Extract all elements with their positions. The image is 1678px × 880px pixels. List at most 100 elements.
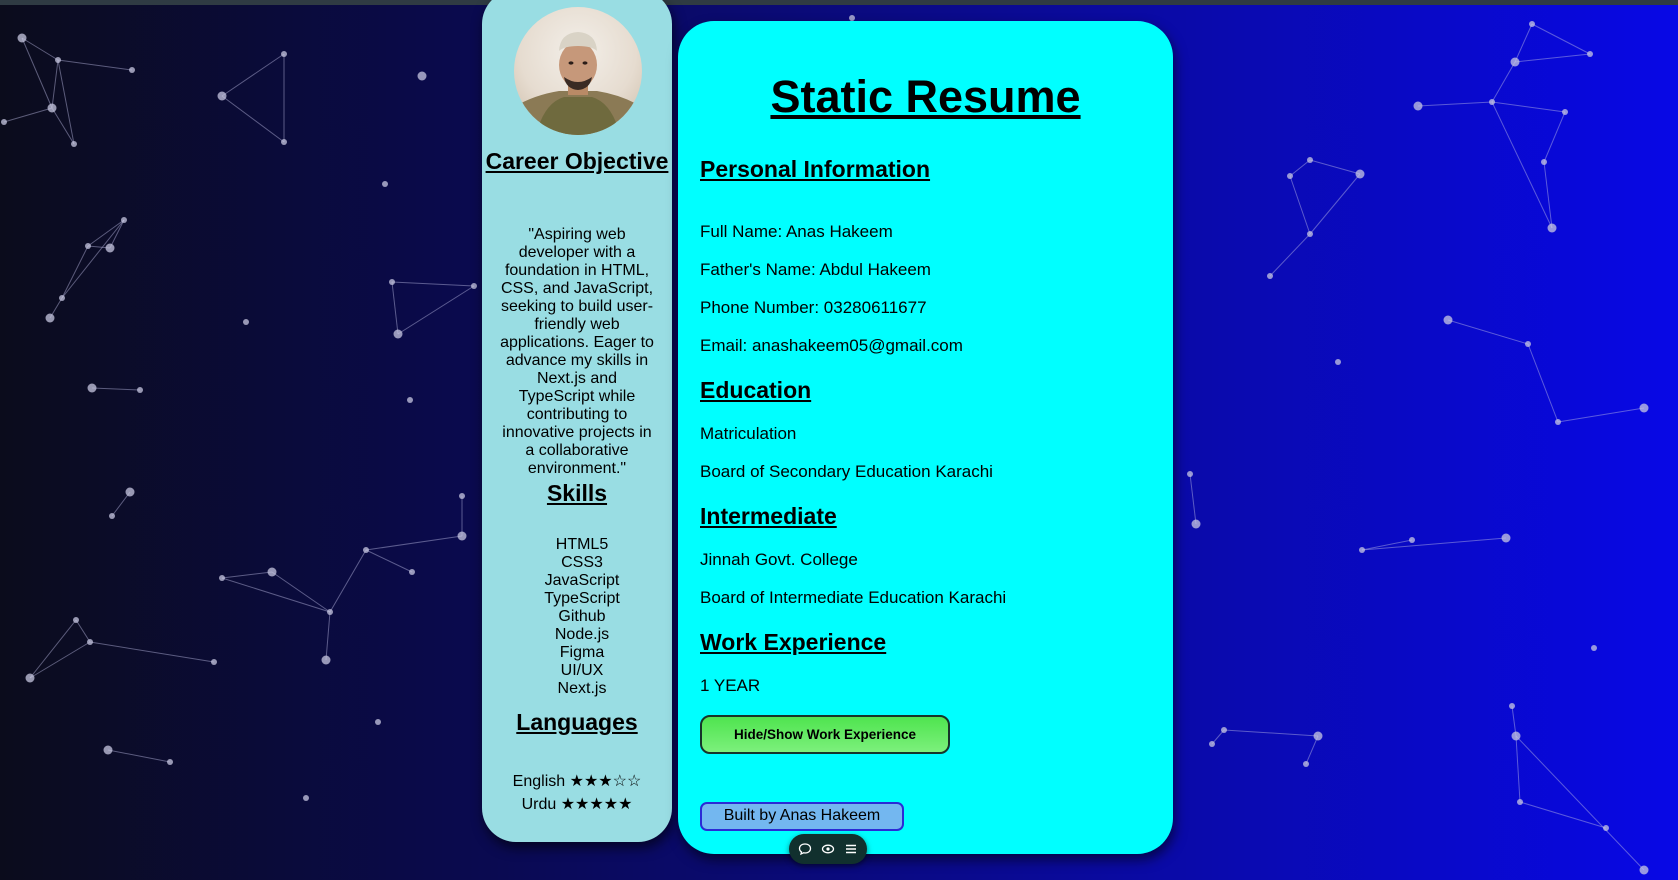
skill-item: Github [558, 608, 606, 625]
languages-list: English ★★★☆☆ Urdu ★★★★★ [482, 770, 672, 816]
network-node [1313, 731, 1323, 741]
resume-card: Static Resume Personal Information Full … [678, 21, 1173, 854]
network-link [111, 491, 131, 517]
profile-photo-icon [514, 32, 642, 135]
network-link [1514, 23, 1533, 63]
network-link [1305, 735, 1319, 765]
network-link [1361, 539, 1413, 551]
network-node [459, 493, 465, 499]
network-link [1543, 161, 1553, 229]
skill-item: JavaScript [544, 572, 620, 589]
avatar [514, 7, 642, 135]
network-node [71, 141, 77, 147]
network-node [1209, 741, 1215, 747]
network-link [221, 53, 285, 97]
network-link [61, 245, 89, 299]
network-link [1491, 101, 1553, 229]
network-node [1509, 703, 1515, 709]
network-link [1289, 175, 1311, 235]
network-link [1309, 173, 1361, 235]
network-link [89, 641, 215, 663]
network-node [389, 279, 395, 285]
language-rating: ★★★★★ [560, 796, 633, 813]
network-link [29, 641, 91, 679]
network-node [471, 283, 477, 289]
network-node [1639, 403, 1649, 413]
language-name: Urdu [521, 796, 557, 813]
network-node [137, 387, 143, 393]
network-node [1511, 731, 1521, 741]
network-link [109, 219, 125, 249]
phone-number: Phone Number: 03280611677 [700, 298, 927, 317]
network-link [271, 571, 331, 613]
skill-item: Figma [559, 644, 605, 661]
network-node [267, 567, 277, 577]
network-link [1527, 343, 1559, 423]
network-link [3, 107, 53, 123]
network-node [1413, 101, 1423, 111]
network-node [243, 319, 249, 325]
network-node [409, 569, 415, 575]
network-link [51, 59, 59, 109]
email: Email: anashakeem05@gmail.com [700, 336, 963, 355]
eye-icon[interactable] [821, 842, 835, 856]
network-node [281, 51, 287, 57]
network-node [1639, 865, 1649, 875]
network-node [167, 759, 173, 765]
network-link [61, 219, 125, 299]
network-node [375, 719, 381, 725]
network-node [1501, 533, 1511, 543]
languages-heading: Languages [516, 709, 638, 735]
network-node [1587, 51, 1593, 57]
toggle-work-experience-button[interactable]: Hide/Show Work Experience [700, 715, 950, 754]
network-node [321, 655, 331, 665]
network-node [103, 745, 113, 755]
network-node [59, 295, 65, 301]
network-link [75, 619, 91, 643]
network-link [1289, 159, 1311, 177]
network-node [1307, 231, 1313, 237]
comment-icon[interactable] [798, 842, 812, 856]
network-link [329, 549, 367, 613]
network-node [1335, 359, 1341, 365]
network-node [1547, 223, 1557, 233]
network-node [327, 609, 333, 615]
network-node [382, 181, 388, 187]
network-node [1443, 315, 1453, 325]
network-link [1557, 407, 1645, 423]
skill-item: Node.js [554, 626, 610, 643]
skill-item: CSS3 [561, 554, 603, 571]
network-node [85, 243, 91, 249]
network-node [109, 513, 115, 519]
language-name: English [512, 773, 566, 790]
network-node [1187, 471, 1193, 477]
network-node [303, 795, 309, 801]
intermediate-board: Board of Intermediate Education Karachi [700, 588, 1007, 607]
network-node [1355, 169, 1365, 179]
network-node [1591, 645, 1597, 651]
network-link [1519, 801, 1607, 829]
network-node [1267, 273, 1273, 279]
network-link [221, 577, 331, 613]
education-heading: Education [700, 377, 812, 403]
network-link [1515, 735, 1521, 803]
network-link [91, 387, 141, 391]
network-link [57, 59, 133, 71]
network-link [365, 549, 413, 573]
sidebar-card: Career Objective "Aspiring web developer… [482, 0, 672, 842]
matriculation: Matriculation [700, 424, 797, 443]
network-link [1514, 53, 1591, 63]
menu-icon[interactable] [844, 842, 858, 856]
matric-board: Board of Secondary Education Karachi [700, 462, 993, 481]
network-node [45, 313, 55, 323]
network-node [1529, 21, 1535, 27]
network-node [55, 57, 61, 63]
network-node [1489, 99, 1495, 105]
network-link [1361, 537, 1507, 551]
network-node [219, 575, 225, 581]
network-node [105, 243, 115, 253]
network-node [1555, 419, 1561, 425]
network-link [1515, 735, 1645, 871]
network-link [1309, 159, 1361, 175]
network-node [1303, 761, 1309, 767]
